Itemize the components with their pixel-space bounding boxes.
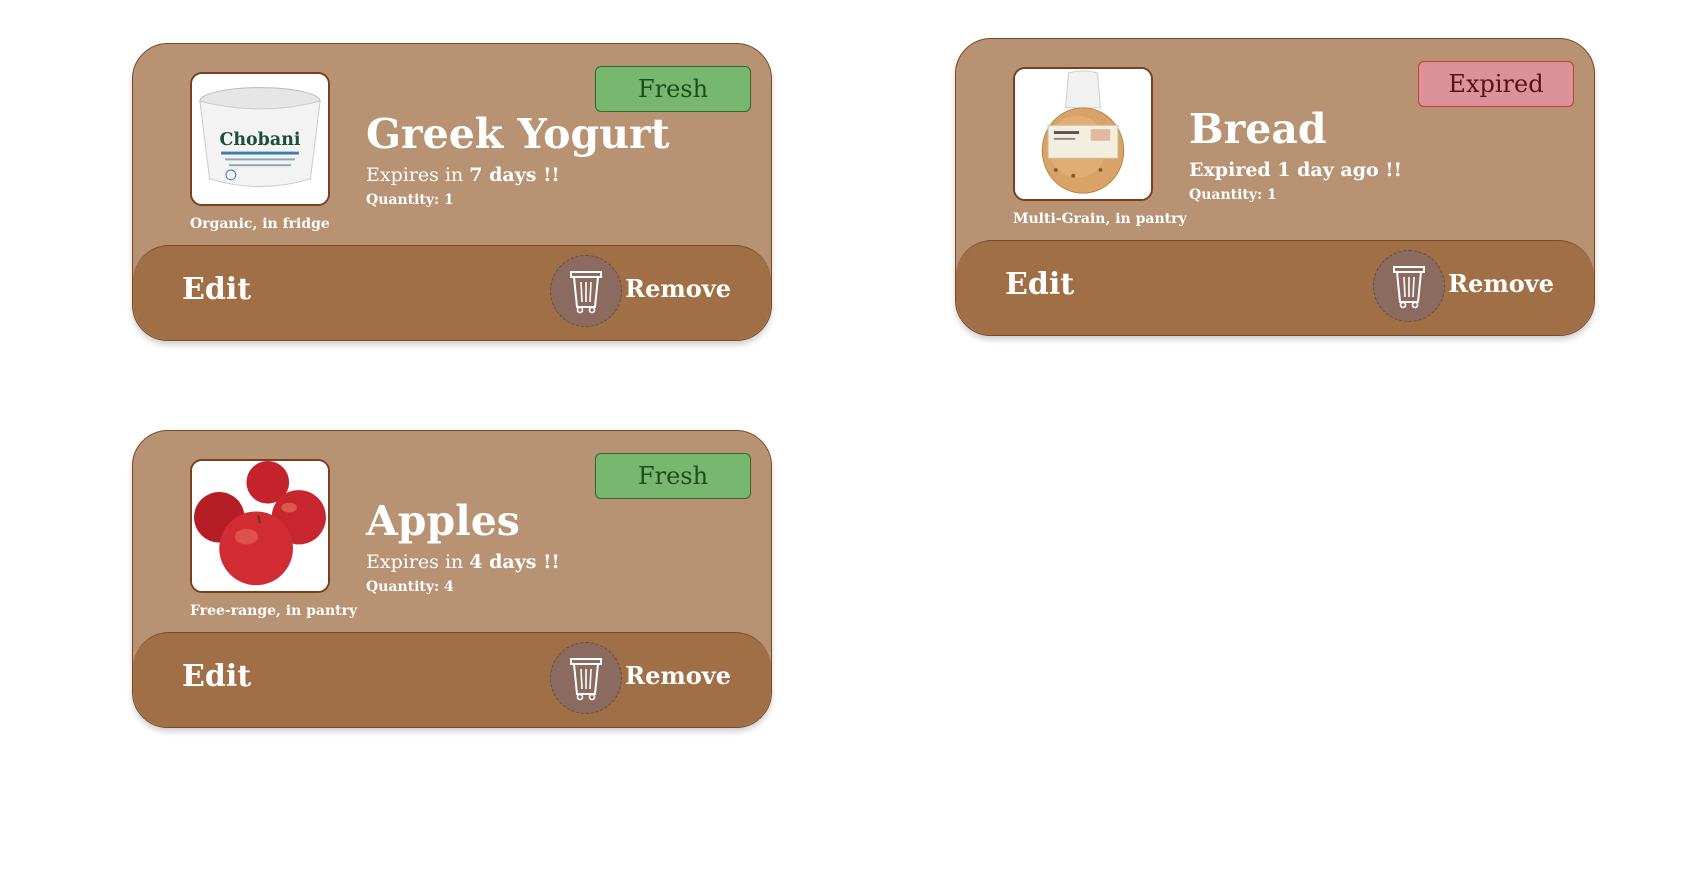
edit-button[interactable]: Edit — [182, 659, 251, 694]
trash-can-icon — [1393, 266, 1425, 309]
status-badge-fresh: Fresh — [595, 66, 751, 112]
item-expiry: Expired 1 day ago !! — [1189, 159, 1402, 181]
item-quantity: Quantity: 1 — [1189, 187, 1277, 203]
item-caption: Organic, in fridge — [190, 216, 330, 232]
edit-button[interactable]: Edit — [1005, 267, 1074, 302]
trash-button[interactable] — [550, 642, 622, 714]
status-badge-fresh: Fresh — [595, 453, 751, 499]
item-name: Bread — [1189, 105, 1327, 153]
item-expiry: Expires in 4 days !! — [366, 551, 560, 573]
edit-button[interactable]: Edit — [182, 272, 251, 307]
item-quantity: Quantity: 4 — [366, 579, 454, 595]
remove-button[interactable]: Remove — [625, 661, 731, 690]
item-expiry: Expires in 7 days !! — [366, 164, 560, 186]
card-footer: Edit Remove — [133, 245, 771, 340]
apples-image — [192, 461, 328, 591]
item-image-greek-yogurt: Chobani — [190, 72, 330, 206]
item-card-greek-yogurt: Chobani Organic, in fridge Greek Yogurt … — [132, 43, 772, 341]
trash-button[interactable] — [550, 255, 622, 327]
trash-can-icon — [570, 658, 602, 701]
item-name: Greek Yogurt — [366, 110, 670, 158]
status-badge-expired: Expired — [1418, 61, 1574, 107]
item-quantity: Quantity: 1 — [366, 192, 454, 208]
item-card-bread: Multi-Grain, in pantry Bread Expired 1 d… — [955, 38, 1595, 336]
item-card-apples: Free-range, in pantry Apples Expires in … — [132, 430, 772, 728]
yogurt-cup-image: Chobani — [192, 74, 328, 204]
item-image-apples — [190, 459, 330, 593]
card-footer: Edit Remove — [133, 632, 771, 727]
card-footer: Edit Remove — [956, 240, 1594, 335]
item-caption: Multi-Grain, in pantry — [1013, 211, 1187, 227]
trash-button[interactable] — [1373, 250, 1445, 322]
item-caption: Free-range, in pantry — [190, 603, 358, 619]
remove-button[interactable]: Remove — [625, 274, 731, 303]
bread-loaf-image — [1015, 69, 1151, 199]
trash-can-icon — [570, 271, 602, 314]
item-name: Apples — [366, 497, 520, 545]
item-image-bread — [1013, 67, 1153, 201]
remove-button[interactable]: Remove — [1448, 269, 1554, 298]
svg-text:Chobani: Chobani — [219, 130, 300, 150]
